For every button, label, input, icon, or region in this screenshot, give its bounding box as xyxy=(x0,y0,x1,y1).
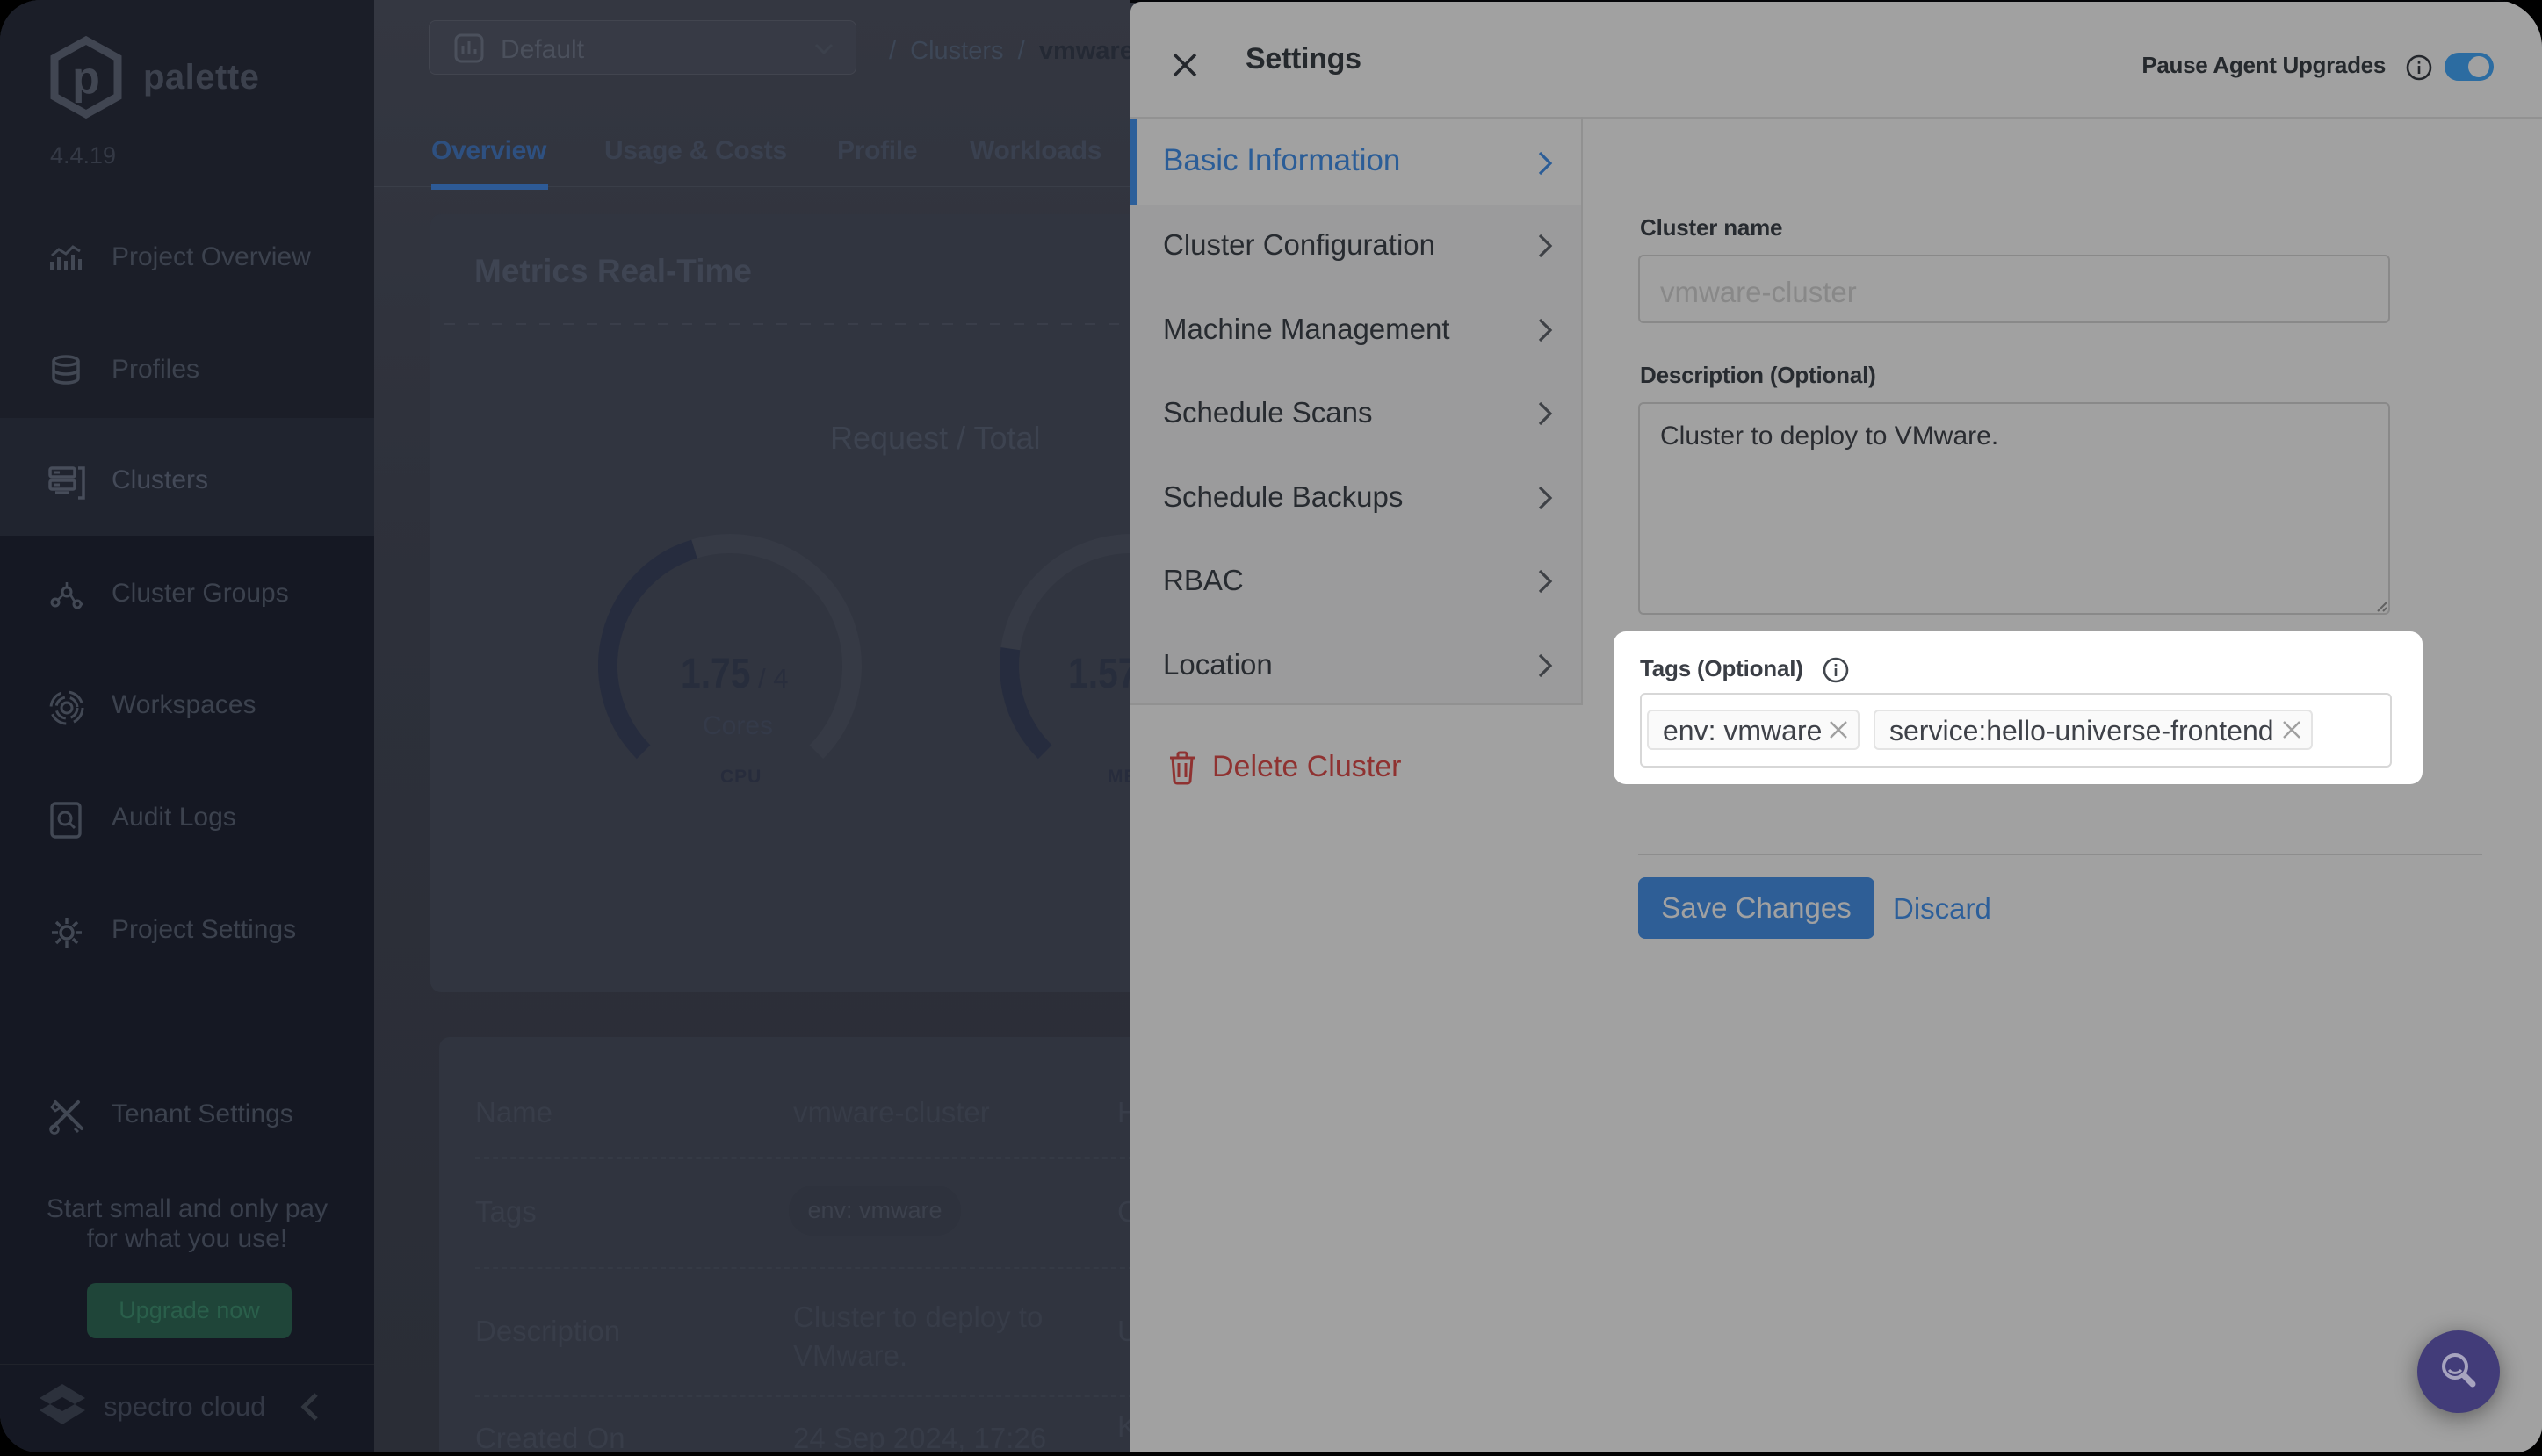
svg-text:p: p xyxy=(72,53,100,104)
